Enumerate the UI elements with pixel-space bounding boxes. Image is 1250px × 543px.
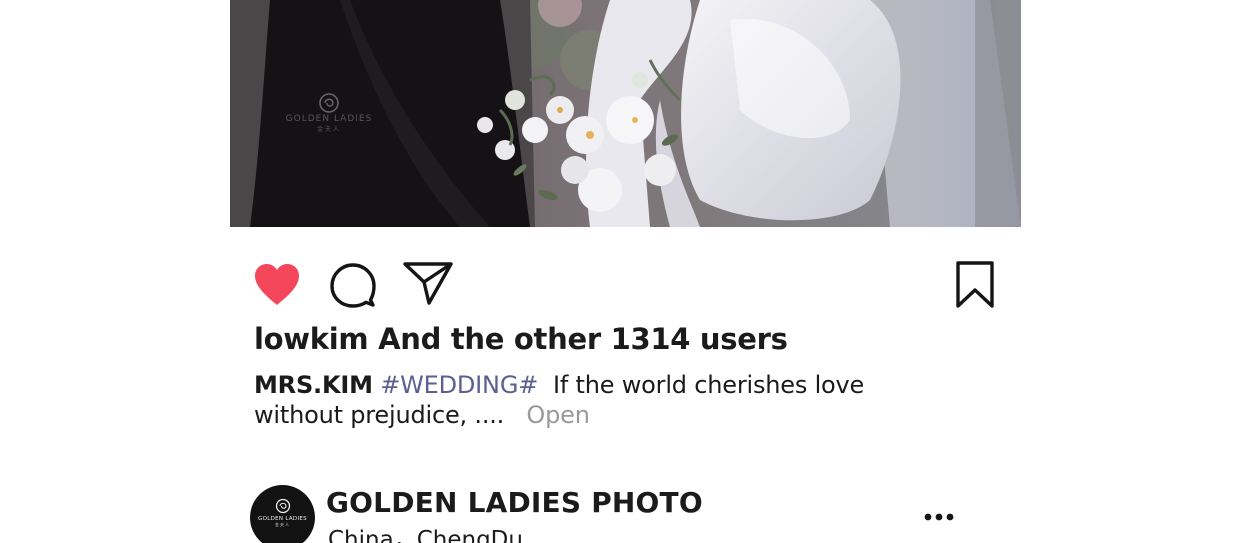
paper-plane-icon: [403, 262, 453, 305]
likes-count[interactable]: lowkim And the other 1314 users: [254, 322, 788, 356]
more-dots-icon: [924, 513, 954, 521]
golden-ladies-logo-icon: [275, 498, 290, 514]
caption-hashtag[interactable]: #WEDDING#: [380, 371, 538, 399]
post-photo[interactable]: GOLDEN LADIES 金夫人: [230, 0, 1021, 227]
more-options-button[interactable]: [922, 508, 956, 526]
avatar-sub: 金夫人: [275, 522, 290, 527]
avatar[interactable]: GOLDEN LADIES 金夫人: [250, 485, 315, 543]
post-caption: MRS.KIM #WEDDING# If the world cherishes…: [254, 370, 954, 430]
save-button[interactable]: [955, 261, 995, 309]
heart-icon: [255, 264, 299, 305]
like-button[interactable]: [252, 262, 302, 308]
bookmark-icon: [956, 261, 994, 308]
comment-icon: [330, 263, 376, 308]
caption-username[interactable]: MRS.KIM: [254, 371, 373, 399]
feed-page: GOLDEN LADIES 金夫人 lowkim And the other 1…: [0, 0, 1250, 543]
comment-button[interactable]: [330, 262, 376, 308]
account-name[interactable]: GOLDEN LADIES PHOTO: [326, 486, 703, 519]
caption-more-link[interactable]: Open: [526, 401, 590, 429]
share-button[interactable]: [403, 262, 453, 306]
post-location[interactable]: China，ChengDu: [328, 520, 523, 543]
